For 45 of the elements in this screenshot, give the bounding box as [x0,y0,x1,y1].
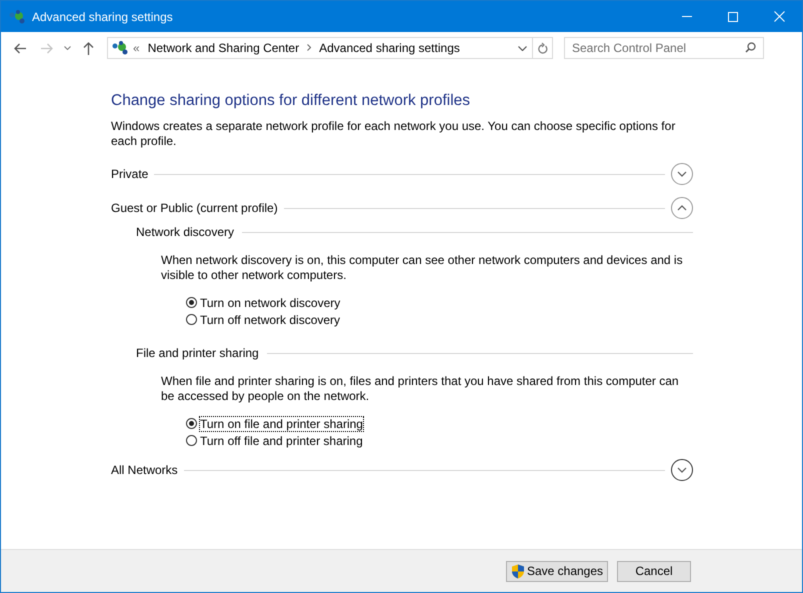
radio-button[interactable] [186,435,197,446]
network-icon [9,10,26,24]
breadcrumb[interactable]: Network and Sharing Center [148,41,300,55]
radio-button[interactable] [186,297,197,308]
profile-title: Private [111,167,148,181]
chevron-down-icon [677,171,687,177]
section-title: Network discovery [136,225,234,239]
option-label[interactable]: Turn off file and printer sharing [200,434,363,448]
chevron-right-icon [307,44,312,50]
expand-button[interactable] [671,163,693,185]
section-description: When network discovery is on, this computer can see other network computers and devices and is visible to other network computers. [161,253,684,283]
chevron-down-icon [677,467,687,473]
save-button[interactable]: Save changes [506,560,608,582]
arrow-right-icon [40,42,52,54]
option-label[interactable]: Turn off network discovery [200,312,340,326]
cancel-button[interactable]: Cancel [617,560,691,582]
radio-button[interactable] [186,418,197,429]
search-icon [745,42,756,53]
option-label[interactable]: Turn on network discovery [200,296,340,310]
option-label[interactable]: Turn on file and printer sharing [200,416,363,430]
close-icon [774,11,784,22]
shield-icon [510,564,525,578]
profile-title: All Networks [111,463,178,477]
arrow-up-icon [82,42,94,54]
profile-title: Guest or Public (current profile) [111,201,278,215]
intro-text: Windows creates a separate network profile for each network you use. You can choose specific options for each profile. [111,119,676,149]
radio-button[interactable] [186,314,197,325]
maximize-icon [728,12,738,22]
window-title: Advanced sharing settings [32,10,174,24]
breadcrumb[interactable]: Advanced sharing settings [319,41,460,55]
search-field[interactable]: Search Control Panel [564,37,764,59]
page-heading: Change sharing options for different network profiles [111,92,472,110]
refresh-icon [537,42,548,54]
caret-icon [64,46,70,50]
collapse-button[interactable] [671,197,693,219]
chevron-up-icon [677,205,687,211]
minimize-icon [682,16,692,17]
section-description: When file and printer sharing is on, files and printers that you have shared from this computer can be accessed by people on the network. [161,374,680,404]
dropdown-icon[interactable] [518,46,527,50]
expand-button[interactable] [671,459,693,481]
network-icon [112,41,129,55]
section-title: File and printer sharing [136,346,259,360]
overflow-mark[interactable]: « [133,41,140,55]
arrow-left-icon [14,42,26,54]
address-bar[interactable]: « Network and Sharing Center Advanced sharing settings [107,37,553,59]
